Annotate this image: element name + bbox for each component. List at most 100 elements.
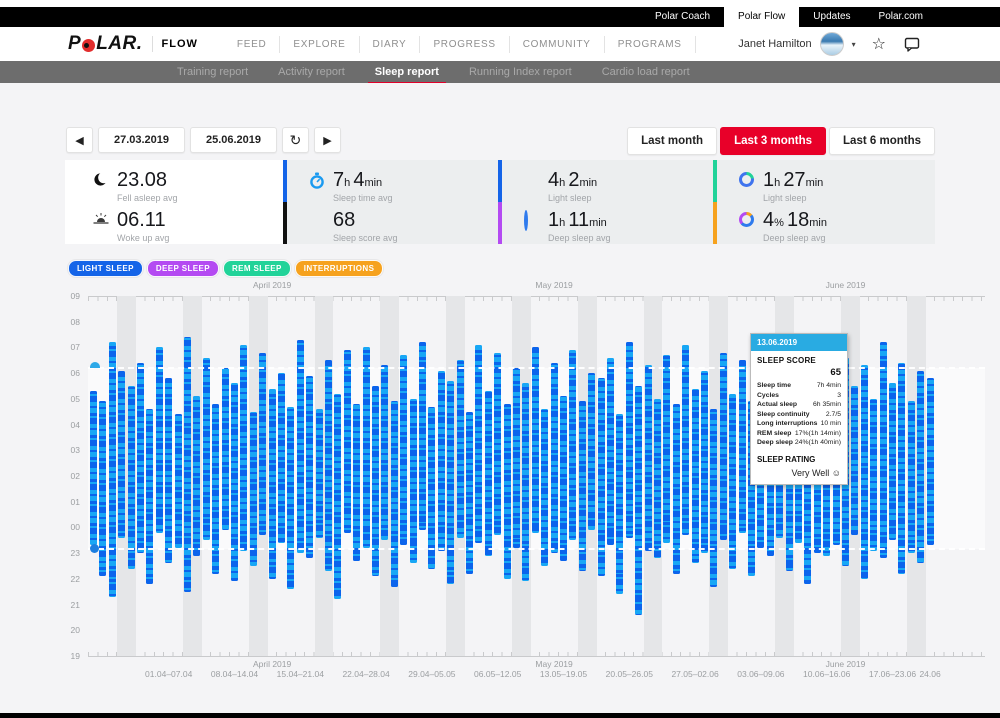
sleep-bar[interactable] bbox=[184, 337, 191, 592]
sleep-bar[interactable] bbox=[607, 358, 614, 546]
nav-item-community[interactable]: COMMUNITY bbox=[510, 36, 605, 53]
sleep-bar[interactable] bbox=[513, 368, 520, 548]
tab-polar-flow[interactable]: Polar Flow bbox=[724, 7, 799, 27]
sleep-bar[interactable] bbox=[99, 401, 106, 576]
sleep-bar[interactable] bbox=[851, 386, 858, 535]
sleep-bar[interactable] bbox=[203, 358, 210, 541]
sleep-bar[interactable] bbox=[231, 383, 238, 581]
sleep-bar[interactable] bbox=[682, 345, 689, 535]
sleep-bar[interactable] bbox=[193, 396, 200, 555]
sleep-bar[interactable] bbox=[297, 340, 304, 553]
sleep-bar[interactable] bbox=[447, 381, 454, 584]
sleep-bar[interactable] bbox=[616, 414, 623, 594]
sleep-bar[interactable] bbox=[861, 365, 868, 578]
sleep-bar[interactable] bbox=[269, 389, 276, 579]
nav-item-diary[interactable]: DIARY bbox=[360, 36, 421, 53]
tab-running-index-report[interactable]: Running Index report bbox=[454, 61, 587, 83]
sleep-bar[interactable] bbox=[494, 353, 501, 536]
sleep-bar[interactable] bbox=[692, 389, 699, 564]
sleep-bar[interactable] bbox=[438, 371, 445, 551]
sleep-bar[interactable] bbox=[419, 342, 426, 530]
sleep-bar[interactable] bbox=[128, 386, 135, 569]
legend-deep-sleep[interactable]: DEEP SLEEP bbox=[147, 260, 219, 277]
sleep-bar[interactable] bbox=[306, 376, 313, 559]
sleep-bar[interactable] bbox=[504, 404, 511, 579]
refresh-icon[interactable]: ↻ bbox=[282, 127, 309, 153]
sleep-bar[interactable] bbox=[720, 353, 727, 541]
nav-item-progress[interactable]: PROGRESS bbox=[420, 36, 509, 53]
sleep-bar[interactable] bbox=[240, 345, 247, 551]
sleep-bar[interactable] bbox=[90, 391, 97, 545]
sleep-bar[interactable] bbox=[428, 407, 435, 569]
sleep-bar[interactable] bbox=[334, 394, 341, 600]
polar-logo[interactable]: PLAR. bbox=[68, 33, 143, 55]
last-month-button[interactable]: Last month bbox=[627, 127, 717, 155]
sleep-bar[interactable] bbox=[710, 409, 717, 586]
last-3-months-button[interactable]: Last 3 months bbox=[720, 127, 826, 155]
favorites-star-icon[interactable]: ☆ bbox=[872, 34, 886, 54]
sleep-bar[interactable] bbox=[729, 394, 736, 569]
sleep-bar[interactable] bbox=[316, 409, 323, 538]
end-date-input[interactable]: 25.06.2019 bbox=[190, 127, 277, 153]
tab-sleep-report[interactable]: Sleep report bbox=[360, 61, 454, 83]
sleep-bar[interactable] bbox=[635, 386, 642, 615]
legend-rem-sleep[interactable]: REM SLEEP bbox=[223, 260, 291, 277]
tab-polar-coach[interactable]: Polar Coach bbox=[641, 7, 724, 27]
sleep-bar[interactable] bbox=[654, 399, 661, 558]
sleep-bar[interactable] bbox=[908, 401, 915, 553]
sleep-bar[interactable] bbox=[532, 347, 539, 532]
sleep-bar[interactable] bbox=[137, 363, 144, 553]
sleep-bar[interactable] bbox=[344, 350, 351, 533]
sleep-bar[interactable] bbox=[457, 360, 464, 537]
sleep-bar[interactable] bbox=[889, 383, 896, 540]
tab-training-report[interactable]: Training report bbox=[162, 61, 263, 83]
sleep-bar[interactable] bbox=[898, 363, 905, 574]
sleep-bar[interactable] bbox=[165, 378, 172, 563]
sleep-bar[interactable] bbox=[870, 399, 877, 551]
sleep-bar[interactable] bbox=[579, 401, 586, 571]
tab-updates[interactable]: Updates bbox=[799, 7, 864, 27]
sleep-bar[interactable] bbox=[927, 378, 934, 545]
sleep-bar[interactable] bbox=[485, 391, 492, 556]
sleep-bar[interactable] bbox=[156, 347, 163, 532]
sleep-bar[interactable] bbox=[287, 407, 294, 590]
sleep-bar[interactable] bbox=[645, 365, 652, 550]
tab-activity-report[interactable]: Activity report bbox=[263, 61, 360, 83]
sleep-bar[interactable] bbox=[560, 396, 567, 561]
sleep-bar[interactable] bbox=[278, 373, 285, 543]
feedback-chat-icon[interactable] bbox=[904, 37, 920, 52]
sleep-bar[interactable] bbox=[598, 378, 605, 576]
sleep-bar[interactable] bbox=[663, 355, 670, 543]
next-period-button[interactable]: ▶ bbox=[314, 127, 341, 153]
legend-light-sleep[interactable]: LIGHT SLEEP bbox=[68, 260, 143, 277]
sleep-bar[interactable] bbox=[588, 373, 595, 530]
legend-interruptions[interactable]: INTERRUPTIONS bbox=[295, 260, 384, 277]
sleep-bar[interactable] bbox=[118, 371, 125, 538]
sleep-bar[interactable] bbox=[475, 345, 482, 543]
sleep-bar[interactable] bbox=[701, 371, 708, 554]
sleep-bar[interactable] bbox=[381, 365, 388, 540]
nav-item-explore[interactable]: EXPLORE bbox=[280, 36, 359, 53]
sleep-bar[interactable] bbox=[880, 342, 887, 558]
prev-period-button[interactable]: ◀ bbox=[66, 127, 93, 153]
nav-item-programs[interactable]: PROGRAMS bbox=[605, 36, 696, 53]
sleep-bar[interactable] bbox=[109, 342, 116, 597]
sleep-bar[interactable] bbox=[175, 414, 182, 548]
sleep-bar[interactable] bbox=[353, 404, 360, 561]
sleep-bar[interactable] bbox=[259, 353, 266, 536]
sleep-bar[interactable] bbox=[363, 347, 370, 548]
tab-cardio-load-report[interactable]: Cardio load report bbox=[587, 61, 705, 83]
tab-polar-com[interactable]: Polar.com bbox=[865, 7, 937, 27]
user-name[interactable]: Janet Hamilton bbox=[738, 38, 811, 50]
last-6-months-button[interactable]: Last 6 months bbox=[829, 127, 935, 155]
sleep-bar[interactable] bbox=[250, 412, 257, 566]
sleep-bar[interactable] bbox=[222, 368, 229, 530]
sleep-bar[interactable] bbox=[626, 342, 633, 537]
nav-item-feed[interactable]: FEED bbox=[224, 36, 280, 53]
sleep-bar[interactable] bbox=[739, 360, 746, 532]
sleep-bar[interactable] bbox=[146, 409, 153, 584]
start-date-input[interactable]: 27.03.2019 bbox=[98, 127, 185, 153]
avatar[interactable] bbox=[820, 32, 844, 56]
sleep-bar[interactable] bbox=[917, 371, 924, 564]
sleep-bar[interactable] bbox=[400, 355, 407, 545]
